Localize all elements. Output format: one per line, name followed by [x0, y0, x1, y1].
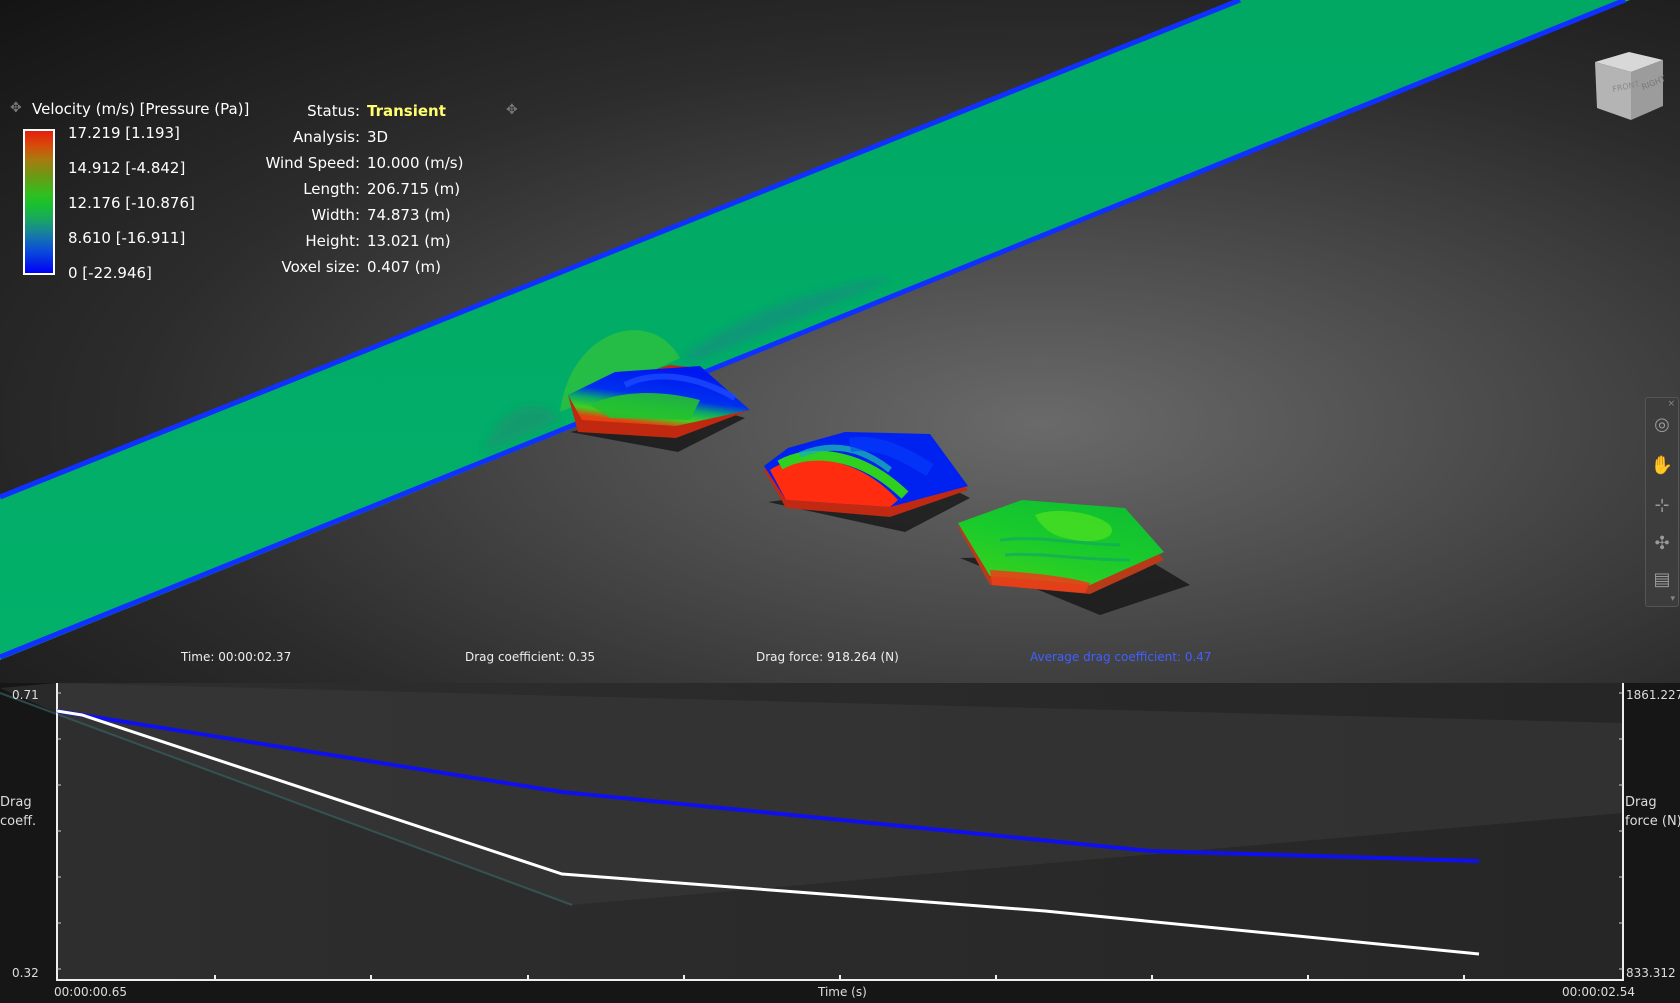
orbit-icon[interactable]: ◎ — [1650, 413, 1674, 437]
status-value: Transient — [367, 102, 446, 120]
wind-speed-label: Wind Speed: — [265, 154, 360, 172]
status-label: Status: — [307, 102, 360, 120]
x-axis-start: 00:00:00.65 — [54, 985, 127, 999]
voxel-size-value: 0.407 (m) — [367, 258, 442, 276]
drag-graph[interactable] — [0, 683, 1680, 1003]
height-value: 13.021 (m) — [367, 232, 451, 250]
toolbar-expand-icon[interactable]: ▾ — [1670, 595, 1675, 604]
toolbar-close-icon[interactable]: × — [1667, 400, 1675, 409]
wind-speed-value: 10.000 (m/s) — [367, 154, 464, 172]
legend-tick: 12.176 [-10.876] — [68, 194, 195, 212]
y-left-max: 0.71 — [12, 688, 39, 702]
3d-viewport[interactable]: ✥ Velocity (m/s) [Pressure (Pa)] 17.219 … — [0, 0, 1680, 683]
info-row-wind: Wind Speed: 10.000 (m/s) — [225, 154, 525, 176]
y-left-label: Drag — [0, 795, 32, 810]
info-row-height: Height: 13.021 (m) — [225, 232, 525, 254]
info-row-length: Length: 206.715 (m) — [225, 180, 525, 202]
x-axis-label: Time (s) — [818, 985, 867, 999]
average-drag-readout: Average drag coefficient: 0.47 — [1030, 650, 1212, 664]
width-value: 74.873 (m) — [367, 206, 451, 224]
y-right-max: 1861.227 — [1626, 688, 1680, 702]
voxel-size-label: Voxel size: — [281, 258, 360, 276]
zoom-icon[interactable]: ⊹ — [1650, 494, 1674, 518]
velocity-legend: ✥ Velocity (m/s) [Pressure (Pa)] 17.219 … — [10, 98, 255, 288]
length-value: 206.715 (m) — [367, 180, 461, 198]
look-icon[interactable]: ✣ — [1650, 532, 1674, 556]
legend-tick: 0 [-22.946] — [68, 264, 152, 282]
legend-tick: 17.219 [1.193] — [68, 124, 180, 142]
drag-coefficient-readout: Drag coefficient: 0.35 — [465, 650, 596, 664]
y-left-min: 0.32 — [12, 966, 39, 980]
info-row-status: Status: Transient — [225, 102, 525, 124]
legend-colorbar — [23, 129, 55, 275]
window-icon[interactable]: ▤ — [1650, 568, 1674, 592]
info-move-icon[interactable]: ✥ — [506, 102, 518, 118]
legend-tick: 14.912 [-4.842] — [68, 159, 186, 177]
legend-move-icon[interactable]: ✥ — [10, 100, 22, 116]
info-row-voxel: Voxel size: 0.407 (m) — [225, 258, 525, 280]
navigation-toolbar: × ◎ ✋ ⊹ ✣ ▤ ▾ — [1645, 397, 1679, 607]
length-label: Length: — [303, 180, 360, 198]
y-right-min: 833.312 — [1626, 966, 1676, 980]
legend-tick: 8.610 [-16.911] — [68, 229, 186, 247]
y-right-label: Drag — [1625, 795, 1657, 810]
info-row-width: Width: 74.873 (m) — [225, 206, 525, 228]
drag-graph-panel[interactable]: 0.71 0.32 Drag coeff. 1861.227 833.312 D… — [0, 683, 1680, 1003]
drag-force-readout: Drag force: 918.264 (N) — [756, 650, 899, 664]
height-label: Height: — [305, 232, 360, 250]
time-readout: Time: 00:00:02.37 — [181, 650, 292, 664]
analysis-label: Analysis: — [293, 128, 360, 146]
analysis-value: 3D — [367, 128, 389, 146]
view-cube[interactable]: FRONT RIGHT — [1591, 46, 1665, 124]
width-label: Width: — [311, 206, 360, 224]
y-right-label: force (N) — [1625, 814, 1680, 829]
legend-title: Velocity (m/s) [Pressure (Pa)] — [32, 100, 250, 118]
y-left-label: coeff. — [0, 814, 37, 829]
pan-hand-icon[interactable]: ✋ — [1650, 454, 1674, 478]
x-axis-end: 00:00:02.54 — [1562, 985, 1635, 999]
info-row-analysis: Analysis: 3D — [225, 128, 525, 150]
